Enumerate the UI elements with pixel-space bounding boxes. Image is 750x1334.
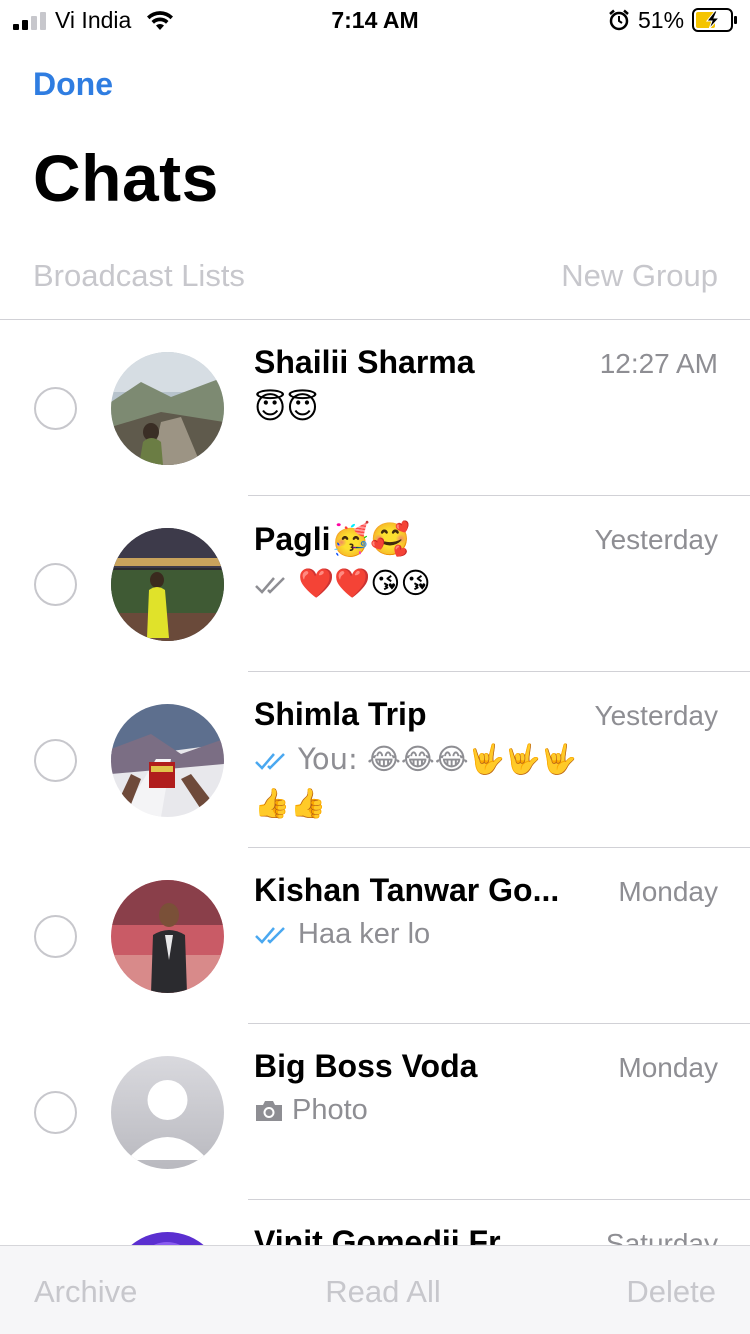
read-ticks-icon xyxy=(255,577,285,595)
chat-list[interactable]: Shailii Sharma 12:27 AM 😇😇 Pagli🥳🥰 Yeste… xyxy=(0,320,750,1245)
chat-time: Monday xyxy=(618,876,718,907)
delete-button[interactable]: Delete xyxy=(626,1274,716,1310)
chat-preview: Haa ker lo xyxy=(298,918,431,950)
chat-time: Monday xyxy=(618,1052,718,1083)
select-radio[interactable] xyxy=(34,1091,77,1134)
chat-name: Shimla Trip xyxy=(254,696,427,732)
avatar[interactable] xyxy=(111,1232,224,1245)
default-avatar-icon[interactable] xyxy=(111,1056,224,1169)
chat-row[interactable]: Shailii Sharma 12:27 AM 😇😇 xyxy=(0,320,750,496)
done-button[interactable]: Done xyxy=(33,66,113,103)
chat-row[interactable]: Shimla Trip Yesterday You: 😂😂😂🤟🤟🤟 👍👍 xyxy=(0,672,750,848)
chat-row[interactable]: Kishan Tanwar Go... Monday Haa ker lo xyxy=(0,848,750,1024)
select-radio[interactable] xyxy=(34,387,77,430)
avatar[interactable] xyxy=(111,880,224,993)
chat-name: Shailii Sharma xyxy=(254,344,475,380)
chat-preview-line: Photo xyxy=(254,1094,368,1127)
avatar[interactable] xyxy=(111,704,224,817)
status-bar: Vi India 7:14 AM 51% xyxy=(0,0,750,40)
page-title: Chats xyxy=(33,141,219,215)
select-radio[interactable] xyxy=(34,563,77,606)
chat-preview-line: ❤️❤️😘😘 xyxy=(254,566,431,601)
chat-preview-line2: 👍👍 xyxy=(254,786,327,820)
select-radio[interactable] xyxy=(34,739,77,782)
new-group-button[interactable]: New Group xyxy=(561,258,718,294)
chat-row[interactable]: Big Boss Voda Monday Photo xyxy=(0,1024,750,1200)
avatar[interactable] xyxy=(111,528,224,641)
chat-time: Yesterday xyxy=(594,524,719,555)
alarm-icon xyxy=(609,9,629,31)
battery-charging-icon xyxy=(692,8,737,32)
chat-name: Pagli🥳🥰 xyxy=(254,521,411,557)
chat-preview-line: Haa ker lo xyxy=(254,918,430,951)
chat-name: Kishan Tanwar Go... xyxy=(254,872,560,908)
chat-preview-line: You: 😂😂😂🤟🤟🤟 xyxy=(254,742,577,777)
broadcast-lists-button[interactable]: Broadcast Lists xyxy=(33,258,245,294)
chat-name: Big Boss Voda xyxy=(254,1048,478,1084)
chat-preview: 😇😇 xyxy=(254,390,319,426)
chat-preview: Photo xyxy=(292,1094,368,1126)
select-radio[interactable] xyxy=(34,915,77,958)
read-ticks-icon xyxy=(255,927,285,945)
battery-percent: 51% xyxy=(638,7,685,33)
chat-preview: You: 😂😂😂🤟🤟🤟 xyxy=(298,742,577,776)
chat-preview: ❤️❤️😘😘 xyxy=(298,566,431,600)
chat-row[interactable]: Vinit Gomedii Fr... Saturday xyxy=(0,1200,750,1245)
camera-icon xyxy=(256,1101,282,1122)
chat-time: Saturday xyxy=(605,1228,718,1245)
avatar[interactable] xyxy=(111,352,224,465)
chat-time: 12:27 AM xyxy=(599,348,718,379)
chat-name: Vinit Gomedii Fr... xyxy=(254,1224,526,1245)
chat-row[interactable]: Pagli🥳🥰 Yesterday ❤️❤️😘😘 xyxy=(0,496,750,672)
read-ticks-icon xyxy=(255,753,285,771)
chat-time: Yesterday xyxy=(594,700,719,731)
bottom-toolbar: Archive Read All Delete xyxy=(0,1245,750,1334)
